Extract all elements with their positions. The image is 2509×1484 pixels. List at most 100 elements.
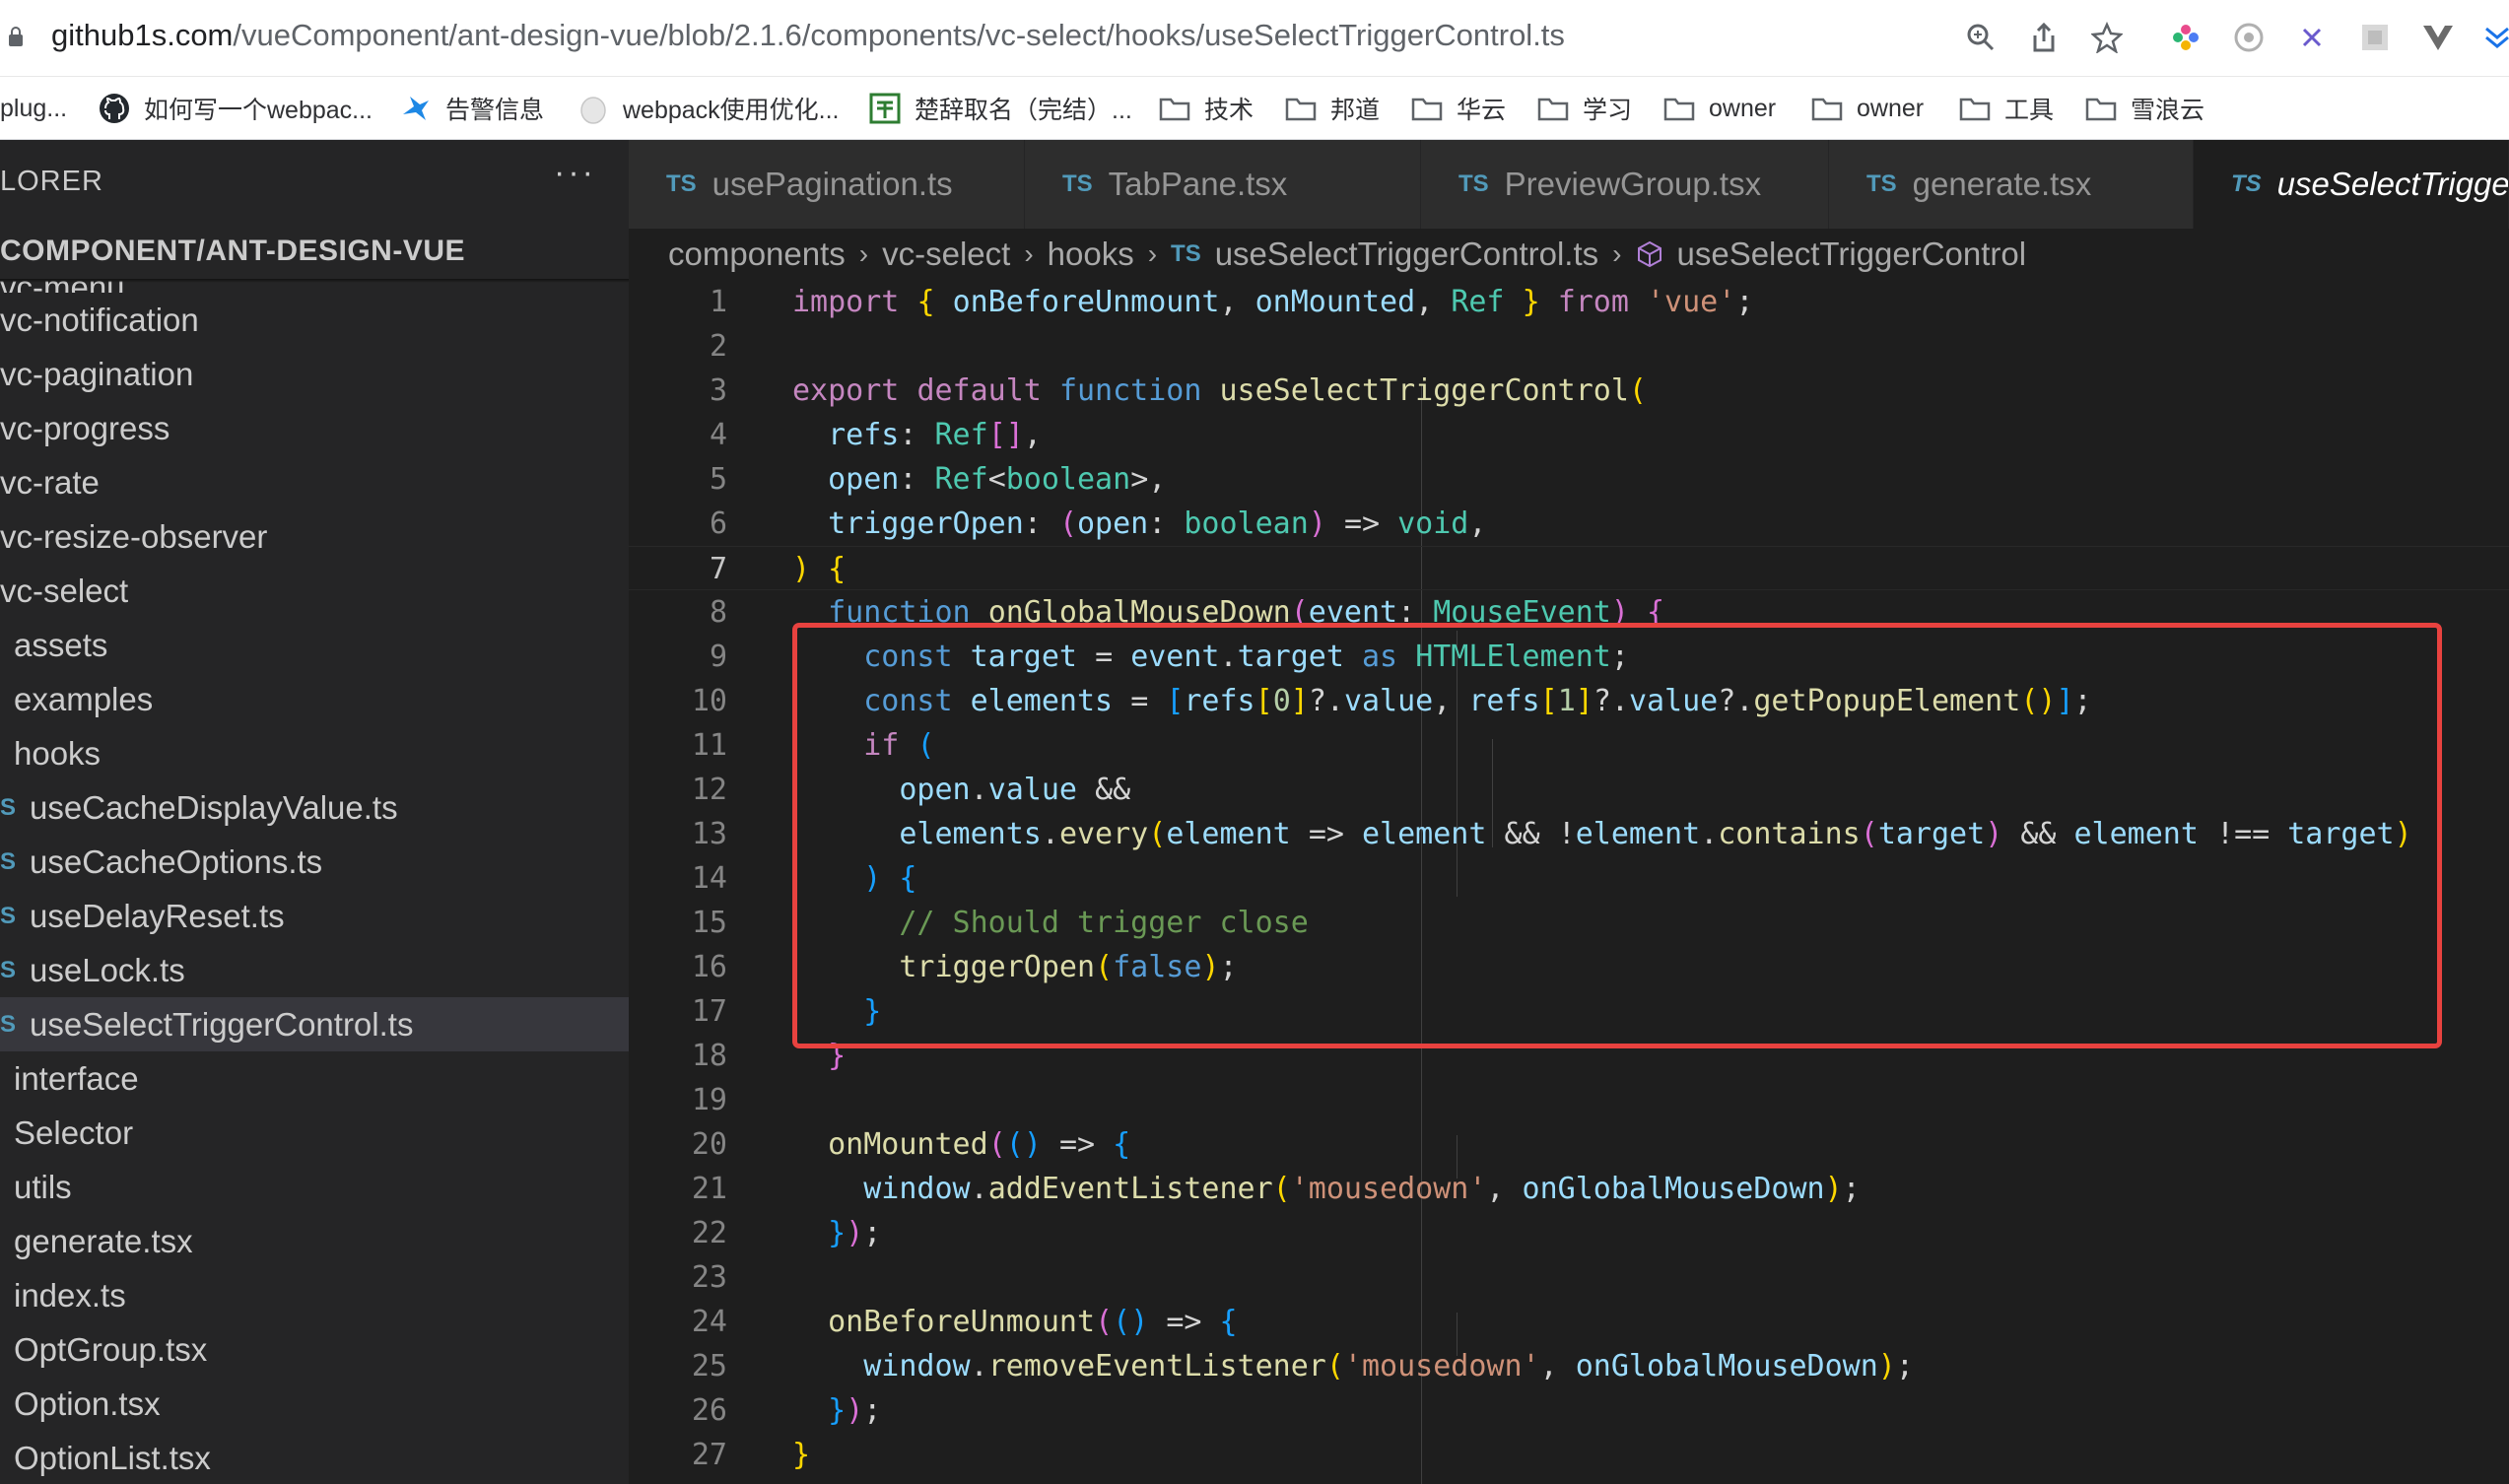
breadcrumb-item[interactable]: components [668,236,846,273]
tree-item[interactable]: assets [0,618,629,672]
tab-previewgroup[interactable]: TS PreviewGroup.tsx [1421,140,1829,229]
tab-useselecttriggercontrol[interactable]: TSuseSelectTriggerCont [2194,140,2509,229]
url-field[interactable]: github1s.com/vueComponent/ant-design-vue… [51,18,1565,53]
extension-grid-icon[interactable] [2355,18,2395,57]
tree-item[interactable]: Option.tsx [0,1377,629,1431]
tab-usepagination[interactable]: TS usePagination.ts [629,140,1025,229]
bookmark-item[interactable]: 华云 [1411,87,1506,130]
extension-chevron-icon[interactable] [2477,18,2509,57]
code-editor[interactable]: 1 import { onBeforeUnmount, onMounted, Re… [629,280,2509,1484]
folder-icon [1959,93,1991,124]
tree-item[interactable]: OptGroup.tsx [0,1322,629,1377]
tree-item[interactable]: hooks [0,726,629,780]
folder-icon [1537,93,1569,124]
line-number: 5 [709,462,727,497]
tree-item[interactable]: SuseCacheDisplayValue.ts [0,780,629,835]
tab-generate[interactable]: TS generate.tsx [1829,140,2194,229]
breadcrumb-item[interactable]: vc-select [882,236,1010,273]
tree-item[interactable]: OptionList.tsx [0,1431,629,1484]
bookmark-item[interactable]: 雪浪云 [2085,87,2204,130]
tree-item[interactable]: index.ts [0,1268,629,1322]
code-line-text: // Should trigger close [899,906,1309,940]
line-number: 6 [709,506,727,541]
code-line-text: ) { [863,861,917,896]
bookmark-item[interactable]: webpack使用优化... [577,87,840,130]
line-number: 20 [691,1127,727,1162]
code-line: 5 open: Ref<boolean>, [629,457,2509,502]
line-number: 1 [709,285,727,319]
ts-file-icon: S [0,956,17,983]
chevron-right-icon: › [858,238,869,269]
bookmark-label: 如何写一个webpac... [144,97,373,124]
code-line: 4 refs: Ref[], [629,413,2509,457]
code-line-text: function onGlobalMouseDown(event: MouseE… [828,595,1665,630]
breadcrumb-file[interactable]: useSelectTriggerControl.ts [1215,236,1598,273]
bookmark-item[interactable]: 楚辞取名（完结）... [869,87,1132,130]
code-line: 25 window.removeEventListener('mousedown… [629,1344,2509,1388]
tree-item[interactable]: SuseDelayReset.ts [0,889,629,943]
tree-item[interactable]: generate.tsx [0,1214,629,1268]
browser-address-bar: github1s.com/vueComponent/ant-design-vue… [0,0,2509,77]
code-line: 13 elements.every(element => element && … [629,812,2509,856]
bookmark-item[interactable]: plug... [0,87,67,130]
code-line: 17 } [629,989,2509,1034]
folder-icon [1663,93,1695,124]
tab-tabpane[interactable]: TS TabPane.tsx [1025,140,1421,229]
tree-item[interactable]: vc-progress [0,401,629,455]
bookmark-item[interactable]: 学习 [1537,87,1632,130]
url-host: github1s.com [51,18,234,52]
bookmark-item[interactable]: owner [1811,87,1924,130]
code-line-text: } [828,1039,847,1073]
tree-item[interactable]: vc-resize-observer [0,509,629,564]
line-number: 12 [691,773,727,807]
folder-icon [1811,93,1843,124]
code-line: 19 [629,1078,2509,1122]
bookmark-label: webpack使用优化... [623,97,840,124]
code-line: 22 }); [629,1211,2509,1255]
zoom-icon[interactable] [1961,18,2000,57]
line-number: 18 [691,1039,727,1073]
tree-item[interactable]: vc-pagination [0,347,629,401]
bookmark-label: plug... [0,94,68,122]
colorful-extension-icon[interactable] [2166,18,2205,57]
share-icon[interactable] [2024,18,2064,57]
bookmark-star-icon[interactable] [2087,18,2127,57]
code-line: 27} [629,1433,2509,1477]
bookmark-item[interactable]: 告警信息 [400,87,544,130]
tree-item-selected[interactable]: SuseSelectTriggerControl.ts [0,997,629,1051]
bookmark-item[interactable]: 邦道 [1285,87,1380,130]
tree-item[interactable]: examples [0,672,629,726]
bookmark-item[interactable]: 技术 [1159,87,1254,130]
tree-item[interactable]: SuseLock.ts [0,943,629,997]
ts-file-icon: S [0,847,17,875]
tree-item[interactable]: utils [0,1160,629,1214]
bookmarks-bar: plug... 如何写一个webpac... 告警信息 webpack使用优化.… [0,77,2509,140]
explorer-title: LORER [0,166,103,197]
tree-item[interactable]: vc-notification [0,293,629,347]
extension-x-icon[interactable] [2292,18,2332,57]
code-line-text: import { onBeforeUnmount, onMounted, Ref… [792,285,1754,319]
extension-circle-icon[interactable] [2229,18,2269,57]
file-tree: vc-menu vc-notification vc-pagination vc… [0,263,629,1484]
code-line: 12 open.value && [629,768,2509,812]
tree-item[interactable]: vc-rate [0,455,629,509]
chevron-right-icon: › [1024,238,1034,269]
lock-icon [9,27,23,46]
bookmark-item[interactable]: 如何写一个webpac... [99,87,373,130]
line-number: 17 [691,994,727,1029]
breadcrumb-item[interactable]: hooks [1048,236,1134,273]
bookmark-item[interactable]: owner [1663,87,1776,130]
bookmark-label: owner [1857,94,1925,122]
tree-item[interactable]: SuseCacheOptions.ts [0,835,629,889]
bookmark-item[interactable]: 工具 [1959,87,2054,130]
more-actions-icon[interactable]: ··· [554,154,596,192]
folder-icon [1411,93,1443,124]
tree-item[interactable]: vc-menu [0,263,629,293]
vue-devtools-icon[interactable] [2418,18,2458,57]
line-number: 2 [709,329,727,364]
tree-item[interactable]: interface [0,1051,629,1106]
tree-item[interactable]: Selector [0,1106,629,1160]
breadcrumb-symbol[interactable]: useSelectTriggerControl [1676,236,2026,273]
ts-file-icon: TS [2231,170,2262,197]
tree-item[interactable]: vc-select [0,564,629,618]
